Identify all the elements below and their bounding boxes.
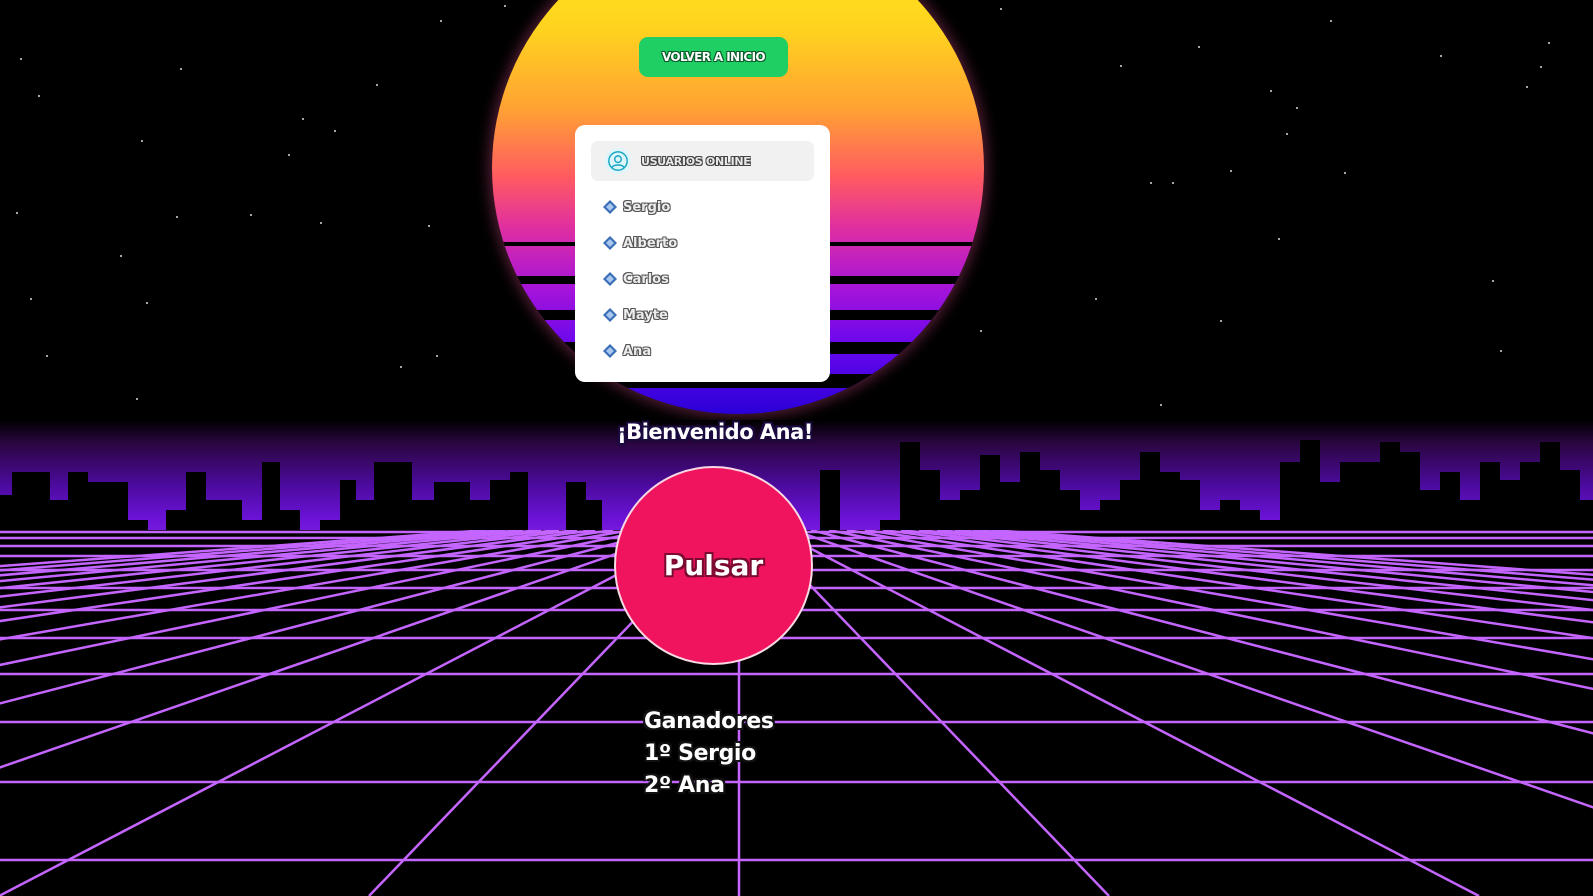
star xyxy=(1440,55,1442,57)
star xyxy=(120,255,122,257)
star xyxy=(1172,182,1174,184)
diamond-icon xyxy=(603,344,617,358)
welcome-message: ¡Bienvenido Ana! xyxy=(617,420,813,444)
winners-section: Ganadores 1º Sergio 2º Ana xyxy=(644,706,774,802)
star xyxy=(146,302,148,304)
star xyxy=(1160,404,1162,406)
star xyxy=(302,118,304,120)
star xyxy=(1270,90,1272,92)
diamond-icon xyxy=(603,200,617,214)
user-list-item: Alberto xyxy=(603,225,814,261)
star xyxy=(38,95,40,97)
user-name: Ana xyxy=(623,343,652,359)
star xyxy=(320,222,322,224)
star xyxy=(1198,46,1200,48)
user-name: Alberto xyxy=(623,235,678,251)
online-users-panel: USUARIOS ONLINE Sergio Alberto Carlos Ma… xyxy=(575,125,830,382)
star xyxy=(428,225,430,227)
online-users-list: Sergio Alberto Carlos Mayte Ana xyxy=(591,189,814,369)
star xyxy=(30,298,32,300)
diamond-icon xyxy=(603,272,617,286)
star xyxy=(1548,42,1550,44)
diamond-icon xyxy=(603,236,617,250)
star xyxy=(1492,280,1494,282)
star xyxy=(176,216,178,218)
star xyxy=(334,130,336,132)
user-list-item: Mayte xyxy=(603,297,814,333)
star xyxy=(1220,320,1222,322)
online-users-header: USUARIOS ONLINE xyxy=(591,141,814,181)
star xyxy=(180,68,182,70)
user-name: Carlos xyxy=(623,271,669,287)
star xyxy=(1230,170,1232,172)
star xyxy=(250,214,252,216)
star xyxy=(400,366,402,368)
press-button[interactable]: Pulsar xyxy=(614,466,813,665)
star xyxy=(288,154,290,156)
star xyxy=(440,20,442,22)
star xyxy=(1120,65,1122,67)
diamond-icon xyxy=(603,308,617,322)
user-list-item: Carlos xyxy=(603,261,814,297)
star xyxy=(436,355,438,357)
star xyxy=(1150,182,1152,184)
star xyxy=(1296,107,1298,109)
back-to-home-button[interactable]: VOLVER A INICIO xyxy=(639,37,788,77)
star xyxy=(1286,133,1288,135)
star xyxy=(980,330,982,332)
winners-title: Ganadores xyxy=(644,709,774,734)
user-list-item: Ana xyxy=(603,333,814,369)
star xyxy=(20,58,22,60)
star xyxy=(1278,238,1280,240)
star xyxy=(141,140,143,142)
star xyxy=(504,5,506,7)
star xyxy=(1344,172,1346,174)
star xyxy=(16,212,18,214)
star xyxy=(1526,86,1528,88)
user-list-item: Sergio xyxy=(603,189,814,225)
user-name: Mayte xyxy=(623,307,668,323)
synthwave-background: VOLVER A INICIO USUARIOS ONLINE Sergio A… xyxy=(0,0,1593,896)
star xyxy=(376,84,378,86)
user-name: Sergio xyxy=(623,199,671,215)
winner-entry: 2º Ana xyxy=(644,773,725,798)
star xyxy=(1330,20,1332,22)
star xyxy=(136,398,138,400)
star xyxy=(1500,350,1502,352)
online-users-title: USUARIOS ONLINE xyxy=(641,154,751,168)
star xyxy=(1095,298,1097,300)
user-circle-icon xyxy=(605,148,631,174)
winner-entry: 1º Sergio xyxy=(644,741,756,766)
star xyxy=(1000,8,1002,10)
star xyxy=(1540,66,1542,68)
star xyxy=(46,355,48,357)
